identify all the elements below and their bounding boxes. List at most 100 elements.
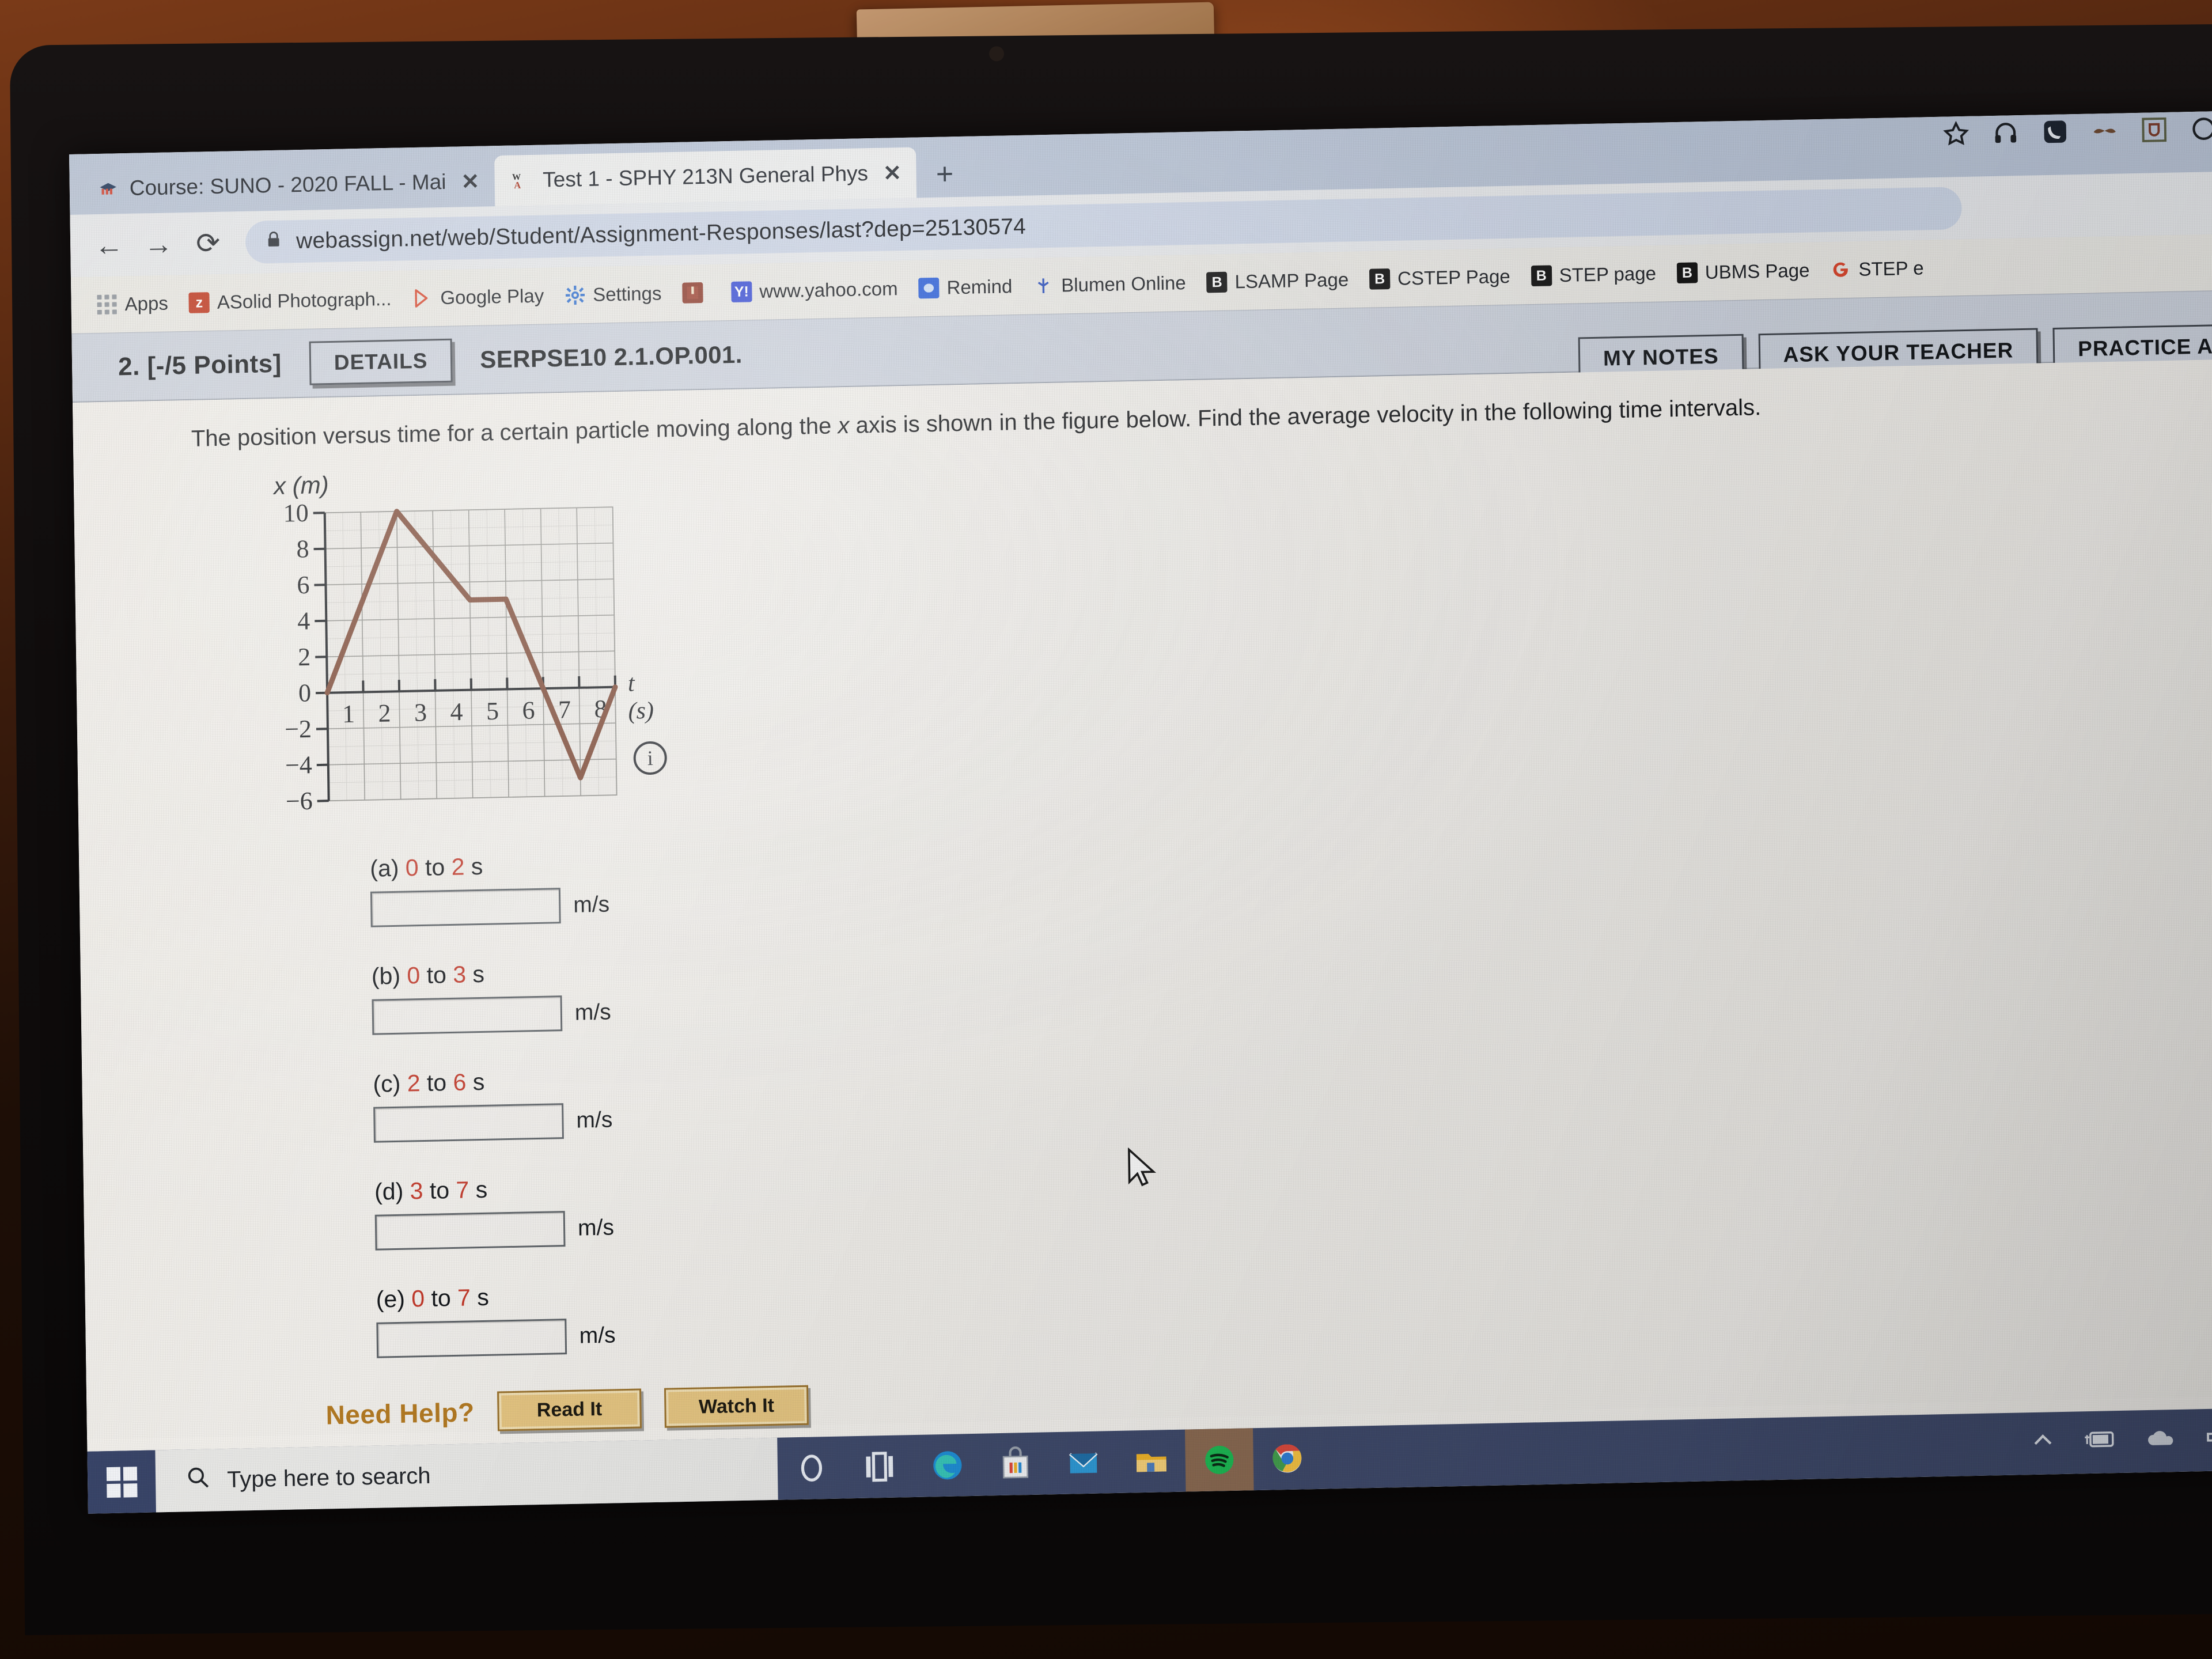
- answer-parts: (a) 0 to 2 s m/s (b) 0 to 3 s m/s (c) 2 …: [197, 819, 2212, 1362]
- part-mid: to: [419, 961, 453, 989]
- volume-icon[interactable]: [2203, 1423, 2212, 1456]
- laptop-screen: Course: SUNO - 2020 FALL - Mai ✕ WA Test…: [69, 111, 2212, 1514]
- y-tick-label: 2: [298, 643, 311, 671]
- bookmark-cstep-page[interactable]: B CSTEP Page: [1359, 265, 1521, 290]
- part-c: (c) 2 to 6 s m/s: [373, 1034, 2212, 1143]
- answer-input-a[interactable]: [370, 888, 561, 927]
- details-button[interactable]: DETAILS: [309, 338, 453, 385]
- bookmark-lsamp-page[interactable]: B LSAMP Page: [1196, 268, 1359, 294]
- part-suffix: s: [465, 960, 485, 988]
- x-tick-label: 1: [342, 700, 355, 728]
- part-tag: (c): [373, 1070, 401, 1097]
- apps-grid-icon: [96, 294, 117, 315]
- part-b: (b) 0 to 3 s m/s: [372, 926, 2212, 1035]
- bookmark-step-page[interactable]: B STEP page: [1520, 262, 1666, 287]
- x-tick-label: 5: [486, 697, 499, 725]
- part-tag: (b): [371, 962, 401, 990]
- bookmark-label: STEP e: [1858, 257, 1924, 280]
- part-from: 2: [407, 1070, 421, 1097]
- x-tick-label: 7: [558, 695, 571, 724]
- figure: x (m) −6 −4 −2 0 2 4 6 8 10 1 2 3 4 5 6 7 8 t (s) i: [192, 434, 2210, 827]
- read-it-button[interactable]: Read It: [497, 1388, 642, 1431]
- part-suffix: s: [466, 1068, 485, 1096]
- y-tick-label: −6: [286, 787, 313, 816]
- photo-background: Course: SUNO - 2020 FALL - Mai ✕ WA Test…: [0, 0, 2212, 1659]
- bookmark-yahoo[interactable]: Y! www.yahoo.com: [721, 278, 908, 304]
- mail-icon[interactable]: [1049, 1431, 1118, 1494]
- remind-icon: [918, 277, 940, 299]
- back-button[interactable]: ←: [84, 220, 134, 271]
- question-body: The position versus time for a certain p…: [73, 359, 2212, 1440]
- part-a: (a) 0 to 2 s m/s: [370, 819, 2211, 927]
- bookmark-asolid-photograph[interactable]: z ASolid Photograph...: [179, 287, 402, 314]
- google-icon: [1830, 259, 1851, 281]
- mouse-cursor: [1127, 1147, 1157, 1187]
- tab-test1-sphy213n[interactable]: WA Test 1 - SPHY 213N General Phys ✕: [494, 147, 917, 207]
- bookmark-label: Remind: [946, 275, 1013, 298]
- bookmark-label: ASolid Photograph...: [217, 287, 392, 313]
- onedrive-cloud-icon[interactable]: [2145, 1426, 2177, 1456]
- bookmark-blumen-online[interactable]: Blumen Online: [1022, 272, 1196, 297]
- y-tick-label: 0: [298, 679, 312, 707]
- start-button[interactable]: [87, 1450, 156, 1514]
- part-mid: to: [423, 1176, 456, 1205]
- info-icon[interactable]: i: [633, 741, 668, 775]
- blumen-icon: [1033, 275, 1054, 297]
- magnifier-icon: [185, 1464, 211, 1497]
- book-icon: [682, 282, 703, 304]
- battery-charging-icon[interactable]: [2082, 1427, 2119, 1457]
- part-tag: (a): [370, 854, 399, 882]
- position-time-chart: −6 −4 −2 0 2 4 6 8 10 1 2 3 4 5 6 7 8 t (s): [255, 495, 654, 825]
- answer-input-d[interactable]: [374, 1211, 566, 1251]
- new-tab-button[interactable]: +: [916, 157, 974, 198]
- close-icon[interactable]: ✕: [883, 160, 902, 187]
- edge-icon[interactable]: [913, 1434, 982, 1497]
- bookmark-settings[interactable]: Settings: [554, 282, 672, 306]
- part-suffix: s: [470, 1283, 490, 1311]
- taskbar-search[interactable]: Type here to search: [155, 1437, 778, 1513]
- bookmark-google-play[interactable]: Google Play: [402, 285, 554, 309]
- answer-input-c[interactable]: [373, 1103, 564, 1143]
- part-mid: to: [418, 853, 452, 881]
- cortana-icon[interactable]: [777, 1436, 846, 1499]
- task-view-icon[interactable]: [845, 1435, 914, 1498]
- webcam-icon: [988, 46, 1005, 62]
- reload-button[interactable]: ⟳: [183, 218, 233, 268]
- y-tick-label: −4: [285, 751, 313, 779]
- chrome-icon[interactable]: [1253, 1427, 1321, 1490]
- bookmark-ubms-page[interactable]: B UBMS Page: [1666, 259, 1820, 284]
- bookmark-apps[interactable]: Apps: [86, 292, 179, 316]
- part-suffix: s: [464, 853, 483, 880]
- part-from: 3: [410, 1177, 423, 1205]
- watch-it-button[interactable]: Watch It: [664, 1385, 809, 1428]
- close-icon[interactable]: ✕: [461, 168, 479, 195]
- bookmark-label: Google Play: [440, 285, 544, 309]
- bookmark-remind[interactable]: Remind: [908, 275, 1022, 300]
- svg-text:A: A: [514, 180, 521, 191]
- part-to: 6: [453, 1069, 467, 1096]
- google-play-icon: [412, 287, 433, 309]
- z-icon: z: [188, 292, 210, 313]
- bookmark-book[interactable]: [672, 282, 721, 304]
- webassign-icon: WA: [510, 169, 533, 192]
- unit-label: m/s: [577, 1215, 615, 1241]
- answer-input-b[interactable]: [372, 995, 563, 1035]
- part-from: 0: [405, 854, 419, 881]
- microsoft-store-icon[interactable]: [981, 1432, 1050, 1495]
- x-tick-label: 4: [450, 698, 463, 726]
- yahoo-icon: Y!: [731, 281, 752, 302]
- y-tick-label: 6: [297, 571, 310, 599]
- chevron-up-icon[interactable]: [2029, 1427, 2056, 1460]
- forward-button[interactable]: →: [134, 219, 184, 270]
- answer-input-e[interactable]: [376, 1319, 567, 1358]
- bookmark-step-e[interactable]: STEP e: [1820, 257, 1934, 281]
- bookmark-label: CSTEP Page: [1397, 265, 1511, 289]
- spotify-icon[interactable]: [1185, 1428, 1254, 1492]
- tab-course-suno[interactable]: Course: SUNO - 2020 FALL - Mai ✕: [81, 156, 495, 215]
- x-tick-label: 3: [414, 698, 427, 726]
- webassign-page: 2. [-/5 Points] DETAILS SERPSE10 2.1.OP.…: [71, 290, 2212, 1440]
- x-tick-label: 2: [378, 699, 391, 727]
- y-tick-label: 4: [297, 607, 310, 635]
- file-explorer-icon[interactable]: [1117, 1430, 1185, 1493]
- bookmark-label: UBMS Page: [1705, 259, 1810, 283]
